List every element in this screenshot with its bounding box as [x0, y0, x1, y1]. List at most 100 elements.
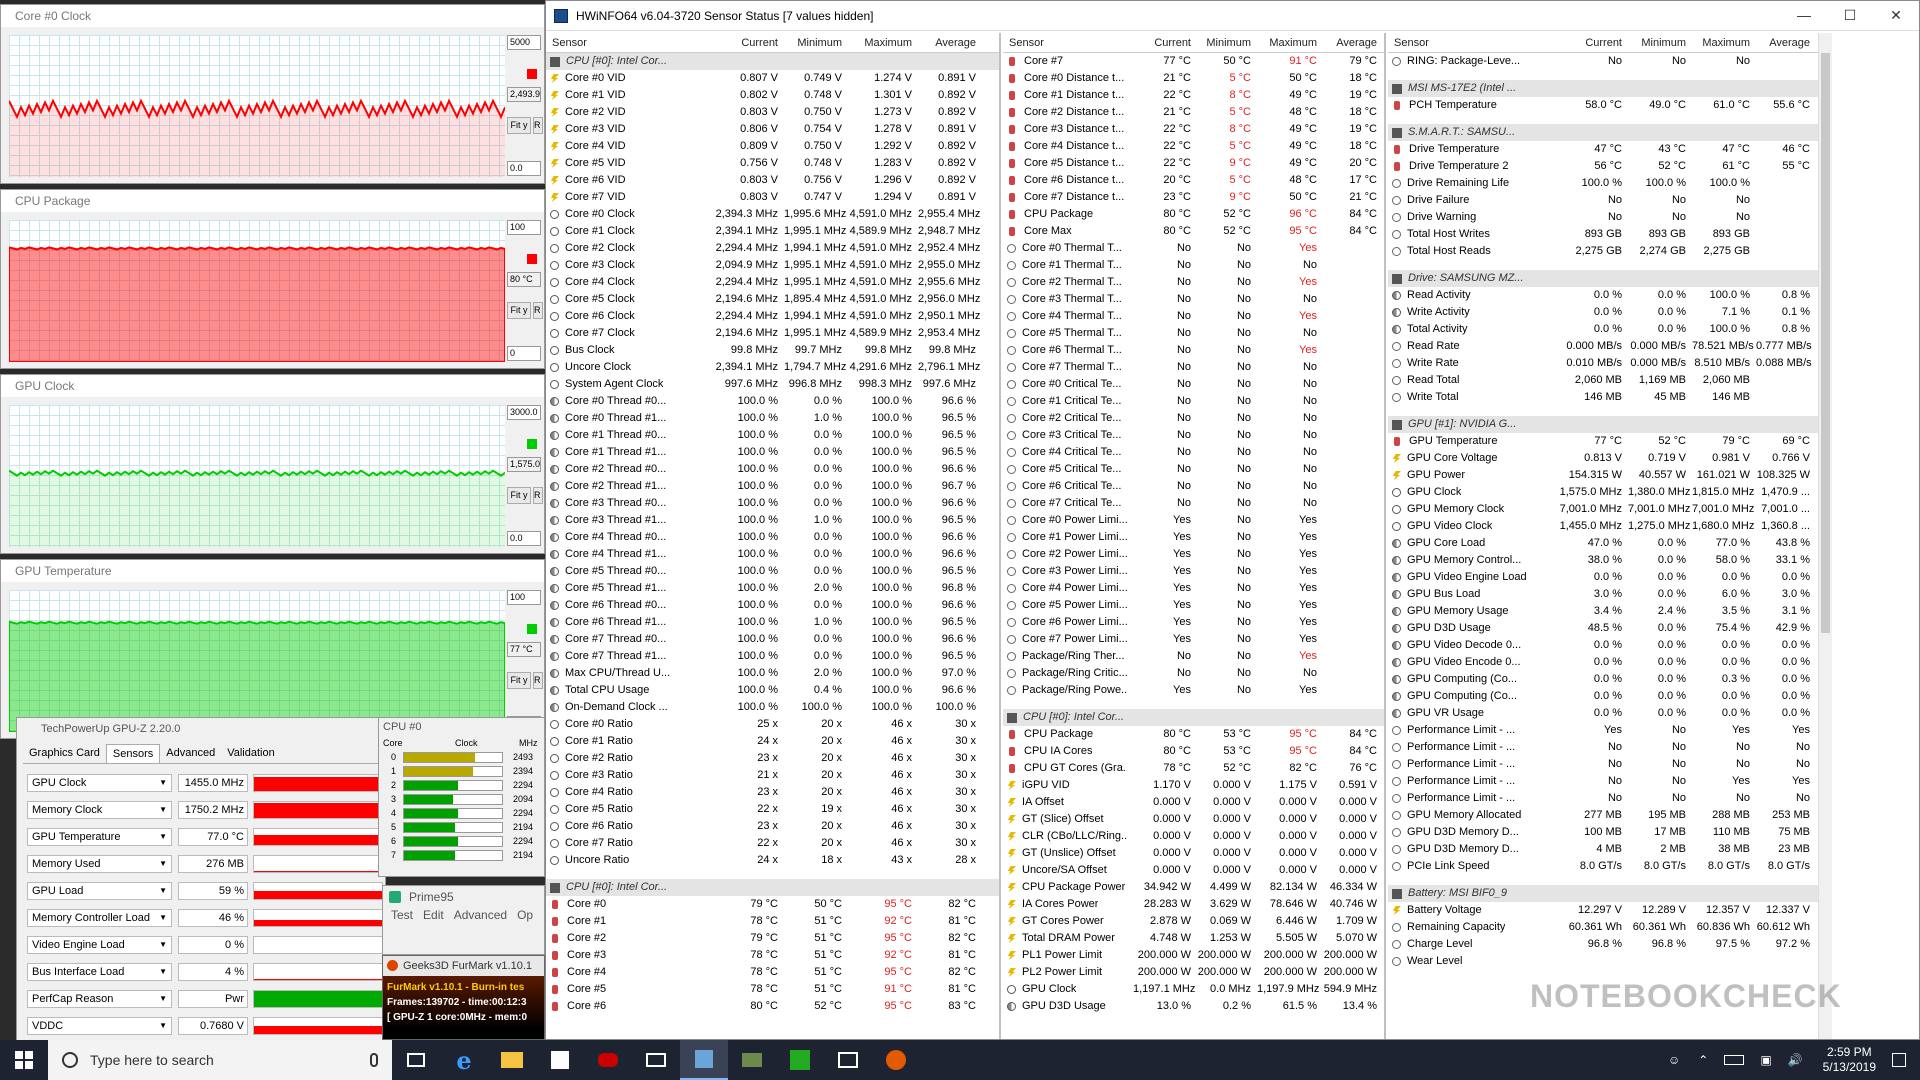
graph-min-value[interactable]: 0.0 [507, 161, 541, 176]
sensor-row[interactable]: GPU Video Decode 0... 0.0 % 0.0 % 0.0 % 0.0 … [1388, 637, 1818, 654]
header-current[interactable]: Current [1538, 33, 1628, 53]
sensor-row[interactable]: GT Cores Power 2.878 W 0.069 W 6.446 W 1.709… [1003, 913, 1384, 930]
tab-graphics-card[interactable]: Graphics Card [23, 744, 106, 763]
sensor-row[interactable]: Uncore Clock 2,394.1 MHz 1,794.7 MHz 4,291.… [546, 359, 999, 376]
sensor-row[interactable]: GT (Slice) Offset 0.000 V 0.000 V 0.000 V 0.… [1003, 811, 1384, 828]
fit-y-button[interactable]: Fit y [507, 302, 531, 319]
sensor-row[interactable]: Core #3 Power Limi... Yes No Yes [1003, 563, 1384, 580]
graph-max-value[interactable]: 100 [507, 590, 541, 605]
sensor-row[interactable]: Core #5 Critical Te... No No No [1003, 461, 1384, 478]
sensor-row[interactable]: RING: Package-Leve... No No No [1388, 53, 1818, 70]
gpuz-sensor-row[interactable]: VDDC ▼ 0.7680 V [27, 1017, 383, 1035]
sensor-row[interactable]: Core #3 Thread #0... 100.0 % 0.0 % 100.0 % 9… [546, 495, 999, 512]
sensor-row[interactable]: Core #3 Thread #1... 100.0 % 1.0 % 100.0 % 9… [546, 512, 999, 529]
gpuz-sensor-row[interactable]: Memory Clock ▼ 1750.2 MHz [27, 801, 383, 819]
sensor-row[interactable]: GPU D3D Memory D... 100 MB 17 MB 110 MB 75 M… [1388, 824, 1818, 841]
header-maximum[interactable]: Maximum [1692, 33, 1756, 53]
header-maximum[interactable]: Maximum [848, 33, 918, 53]
sensor-group-header[interactable]: MSI MS-17E2 (Intel ... [1388, 80, 1818, 97]
sensor-row[interactable]: Core #2 Clock 2,294.4 MHz 1,994.1 MHz 4,591… [546, 240, 999, 257]
sensor-row[interactable]: Drive Failure No No No [1388, 192, 1818, 209]
sensor-row[interactable]: Performance Limit - ... Yes No Yes Yes [1388, 722, 1818, 739]
sensor-row[interactable]: GPU Memory Usage 3.4 % 2.4 % 3.5 % 3.1 % [1388, 603, 1818, 620]
fit-y-button[interactable]: Fit y [507, 117, 531, 134]
sensor-row[interactable]: Core #0 Thread #1... 100.0 % 1.0 % 100.0 % 9… [546, 410, 999, 427]
sensor-row[interactable]: Drive Temperature 47 °C 43 °C 47 °C 46 °C [1388, 141, 1818, 158]
chevron-down-icon[interactable]: ▼ [159, 775, 167, 791]
sensor-row[interactable]: Core #4 Distance t... 22 °C 5 °C 49 °C 18 °C [1003, 138, 1384, 155]
graph-color-swatch[interactable] [527, 254, 537, 264]
tab-advanced[interactable]: Advanced [160, 744, 221, 763]
chevron-down-icon[interactable]: ▼ [159, 910, 167, 926]
sensor-row[interactable]: Core #5 Thread #0... 100.0 % 0.0 % 100.0 % 9… [546, 563, 999, 580]
chevron-down-icon[interactable]: ▼ [159, 829, 167, 845]
sensor-row[interactable]: Core #0 Thread #0... 100.0 % 0.0 % 100.0 % 9… [546, 393, 999, 410]
sensor-row[interactable]: Battery Voltage 12.297 V 12.289 V 12.357 V1… [1388, 902, 1818, 919]
battery-icon[interactable] [1724, 1055, 1745, 1065]
sensor-row[interactable]: Core #7 Power Limi... Yes No Yes [1003, 631, 1384, 648]
chevron-down-icon[interactable]: ▼ [159, 937, 167, 953]
sensor-row[interactable]: Core #6 Thread #1... 100.0 % 1.0 % 100.0 % 9… [546, 614, 999, 631]
sensor-row[interactable]: Drive Remaining Life 100.0 % 100.0 % 100.0 … [1388, 175, 1818, 192]
chevron-down-icon[interactable]: ▼ [159, 802, 167, 818]
sensor-group-header[interactable]: Drive: SAMSUNG MZ... [1388, 270, 1818, 287]
sensor-row[interactable]: GPU Temperature 77 °C 52 °C 79 °C 69 °C [1388, 433, 1818, 450]
mail-icon[interactable] [632, 1040, 680, 1080]
sensor-row[interactable]: Core #1 Critical Te... No No No [1003, 393, 1384, 410]
hwinfo-taskbar-icon[interactable] [680, 1040, 728, 1080]
sensor-row[interactable]: PL1 Power Limit 200.000 W 200.000 W 200.000… [1003, 947, 1384, 964]
sensor-row[interactable]: Core #3 Clock 2,094.9 MHz 1,995.1 MHz 4,591… [546, 257, 999, 274]
sensor-row[interactable]: Drive Temperature 2 56 °C 52 °C 61 °C 55 °C [1388, 158, 1818, 175]
gpuz-sensor-select[interactable]: Memory Used ▼ [27, 855, 172, 873]
header-average[interactable]: Average [1323, 33, 1383, 53]
sensor-row[interactable]: Core #7 Distance t... 23 °C 9 °C 50 °C 21 °C [1003, 189, 1384, 206]
sensor-row[interactable]: Total CPU Usage 100.0 % 0.4 % 100.0 % 96.6 % [546, 682, 999, 699]
tab-sensors[interactable]: Sensors [105, 744, 161, 763]
header-minimum[interactable]: Minimum [784, 33, 848, 53]
sensor-row[interactable]: Remaining Capacity 60.361 Wh 60.361 Wh 60.8… [1388, 919, 1818, 936]
prime95-menu-item[interactable]: Edit [423, 908, 444, 922]
chevron-down-icon[interactable]: ▼ [159, 856, 167, 872]
sensor-row[interactable]: Core #3 Thermal T... No No No [1003, 291, 1384, 308]
sensor-row[interactable]: Core #6 Thermal T... No No Yes [1003, 342, 1384, 359]
tab-validation[interactable]: Validation [221, 744, 281, 763]
reset-button[interactable]: R [533, 302, 543, 319]
sensor-row[interactable]: IA Offset 0.000 V 0.000 V 0.000 V 0.000 V [1003, 794, 1384, 811]
sensor-row[interactable]: PCIe Link Speed 8.0 GT/s 8.0 GT/s 8.0 GT/s 8… [1388, 858, 1818, 875]
file-explorer-icon[interactable] [488, 1040, 536, 1080]
edge-browser-icon[interactable]: e [440, 1040, 488, 1080]
sensor-row[interactable]: Core #6 Ratio 23 x 20 x 46 x 30 x [546, 818, 999, 835]
column-header[interactable]: Sensor Current Minimum Maximum Average [1003, 33, 1384, 53]
sensor-row[interactable]: PCH Temperature 58.0 °C 49.0 °C 61.0 °C 55.6… [1388, 97, 1818, 114]
sensor-row[interactable]: Core #5 VID 0.756 V 0.748 V 1.283 V 0.892 V [546, 155, 999, 172]
header-average[interactable]: Average [918, 33, 982, 53]
sensor-row[interactable]: Core #3 Critical Te... No No No [1003, 427, 1384, 444]
store-icon[interactable] [536, 1040, 584, 1080]
sensor-row[interactable]: Read Rate 0.000 MB/s 0.000 MB/s 78.521 MB/s… [1388, 338, 1818, 355]
sensor-row[interactable]: Core #6 80 °C 52 °C 95 °C 83 °C [546, 998, 999, 1015]
sensor-row[interactable]: On-Demand Clock ... 100.0 % 100.0 % 100.0 %… [546, 699, 999, 716]
gpuz-sensor-row[interactable]: Bus Interface Load ▼ 4 % [27, 963, 383, 981]
sensor-row[interactable]: CPU IA Cores 80 °C 53 °C 95 °C 84 °C [1003, 743, 1384, 760]
sensor-row[interactable]: Core #2 Critical Te... No No No [1003, 410, 1384, 427]
chevron-down-icon[interactable]: ▼ [159, 991, 167, 1007]
gpuz-sensor-row[interactable]: GPU Load ▼ 59 % [27, 882, 383, 900]
task-view-icon[interactable] [392, 1040, 440, 1080]
sensor-row[interactable]: GPU Power 154.315 W 40.557 W 161.021 W 108.3… [1388, 467, 1818, 484]
sensor-row[interactable]: Total Activity 0.0 % 0.0 % 100.0 % 0.8 % [1388, 321, 1818, 338]
sensor-row[interactable]: Core #6 VID 0.803 V 0.756 V 1.296 V 0.892 V [546, 172, 999, 189]
sensor-row[interactable]: Bus Clock 99.8 MHz 99.7 MHz 99.8 MHz 99.8 MH… [546, 342, 999, 359]
sensor-row[interactable]: Core #0 Distance t... 21 °C 5 °C 50 °C 18 °C [1003, 70, 1384, 87]
prime95-taskbar-icon[interactable] [776, 1040, 824, 1080]
sensor-row[interactable]: GPU VR Usage 0.0 % 0.0 % 0.0 % 0.0 % [1388, 705, 1818, 722]
sensor-row[interactable]: Read Total 2,060 MB 1,169 MB 2,060 MB [1388, 372, 1818, 389]
sensor-row[interactable]: GPU Memory Allocated 277 MB 195 MB 288 MB 25… [1388, 807, 1818, 824]
header-current[interactable]: Current [704, 33, 784, 53]
fit-y-button[interactable]: Fit y [507, 672, 531, 689]
sensor-row[interactable]: Core #2 VID 0.803 V 0.750 V 1.273 V 0.892 V [546, 104, 999, 121]
reset-button[interactable]: R [533, 672, 543, 689]
notifications-icon[interactable] [1892, 1053, 1906, 1067]
minimize-icon[interactable]: — [1781, 7, 1827, 24]
sensor-row[interactable]: Core #0 VID 0.807 V 0.749 V 1.274 V 0.891 V [546, 70, 999, 87]
sensor-row[interactable]: Core #6 Power Limi... Yes No Yes [1003, 614, 1384, 631]
